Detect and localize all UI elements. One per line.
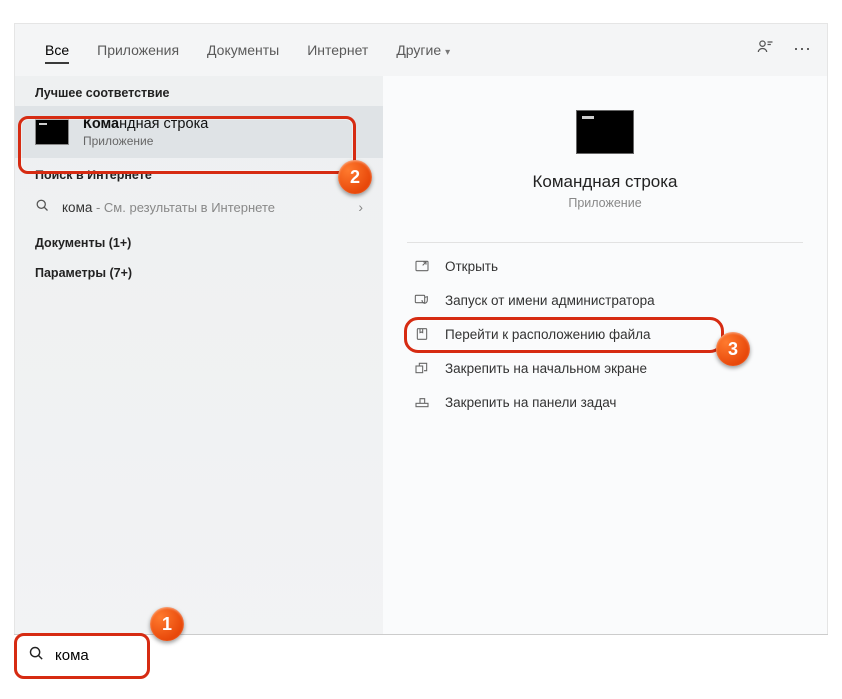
tab-apps[interactable]: Приложения [83,28,193,72]
best-match-title: Командная строка [83,116,208,132]
action-pin-start-label: Закрепить на начальном экране [445,361,647,376]
app-large-icon [576,110,634,154]
action-open-label: Открыть [445,259,498,274]
detail-title: Командная строка [532,172,677,192]
action-open[interactable]: Открыть [383,249,827,283]
filter-tabs: Все Приложения Документы Интернет Другие… [15,24,827,76]
web-result-text: кома - См. результаты в Интернете [62,200,275,215]
tab-all[interactable]: Все [31,28,83,72]
shield-icon [413,292,431,308]
search-icon [28,645,45,667]
divider [407,242,803,243]
tab-more[interactable]: Другие▾ [382,28,464,72]
chevron-right-icon: › [358,199,363,215]
cmd-icon [35,119,69,145]
pin-start-icon [413,360,431,376]
section-best-match: Лучшее соответствие [15,76,383,106]
search-icon [35,198,50,216]
search-input[interactable] [55,647,814,664]
action-run-as-admin[interactable]: Запуск от имени администратора [383,283,827,317]
chevron-down-icon: ▾ [445,47,450,58]
detail-pane: Командная строка Приложение Открыть Запу… [383,76,827,675]
section-web-search: Поиск в Интернете [15,158,383,188]
open-icon [413,258,431,274]
action-location-label: Перейти к расположению файла [445,327,651,342]
action-pin-taskbar-label: Закрепить на панели задач [445,395,616,410]
detail-subtitle: Приложение [568,196,641,210]
best-match-item[interactable]: Командная строка Приложение [15,106,383,158]
pin-taskbar-icon [413,394,431,410]
search-bar[interactable] [14,634,828,676]
action-open-location[interactable]: Перейти к расположению файла [383,317,827,351]
section-settings[interactable]: Параметры (7+) [15,256,383,286]
best-match-subtitle: Приложение [83,134,208,148]
web-search-result[interactable]: кома - См. результаты в Интернете › [15,188,383,226]
action-pin-start[interactable]: Закрепить на начальном экране [383,351,827,385]
action-run-admin-label: Запуск от имени администратора [445,293,655,308]
feedback-icon[interactable] [755,37,775,62]
section-documents[interactable]: Документы (1+) [15,226,383,256]
tab-documents[interactable]: Документы [193,28,293,72]
tab-web[interactable]: Интернет [293,28,382,72]
folder-icon [413,326,431,342]
results-list: Лучшее соответствие Командная строка При… [15,76,383,675]
start-search-panel: Все Приложения Документы Интернет Другие… [14,23,828,676]
action-pin-taskbar[interactable]: Закрепить на панели задач [383,385,827,419]
more-options-icon[interactable]: ⋯ [793,39,811,60]
